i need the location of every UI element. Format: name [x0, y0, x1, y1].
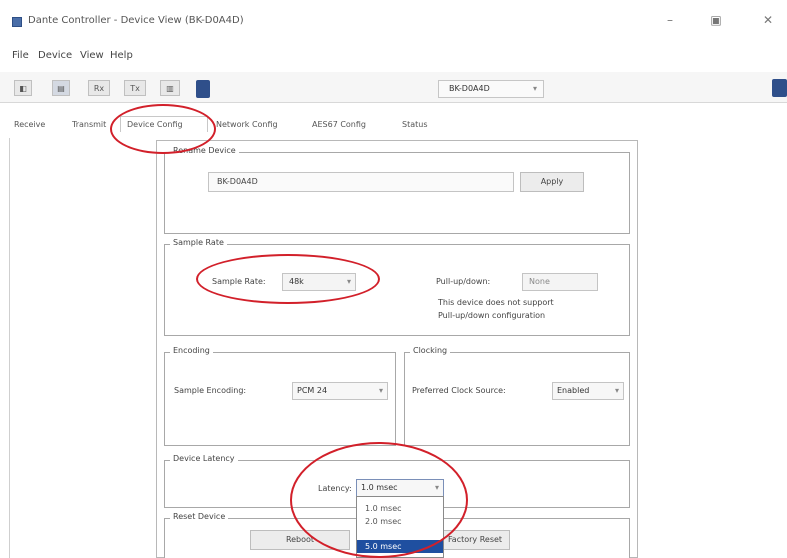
- toolbar-tx-button[interactable]: Tx: [124, 80, 146, 96]
- app-icon: [12, 17, 22, 27]
- annotation-circle-latency: [290, 442, 468, 558]
- toolbar-button-2[interactable]: ▤: [52, 80, 70, 96]
- toolbar-button-5[interactable]: ▥: [160, 80, 180, 96]
- annotation-circle-sample-rate: [196, 254, 380, 304]
- clocking-legend: Clocking: [410, 346, 451, 355]
- chevron-down-icon: ▾: [614, 386, 619, 395]
- pullup-label: Pull-up/down:: [436, 277, 491, 286]
- maximize-button[interactable]: ▣: [708, 12, 724, 28]
- encoding-value: PCM 24: [297, 386, 328, 395]
- pullup-note-1: This device does not support: [438, 298, 554, 307]
- lock-icon[interactable]: [196, 80, 210, 98]
- toolbar-rx-button[interactable]: Rx: [88, 80, 110, 96]
- menu-device[interactable]: Device: [38, 50, 72, 61]
- tab-status[interactable]: Status: [402, 120, 428, 129]
- apply-button[interactable]: Apply: [520, 172, 584, 192]
- clock-source-label: Preferred Clock Source:: [412, 386, 506, 395]
- menu-file[interactable]: File: [12, 50, 29, 61]
- encoding-label: Sample Encoding:: [174, 386, 247, 395]
- pullup-note-2: Pull-up/down configuration: [438, 311, 546, 320]
- minimize-button[interactable]: –: [662, 12, 678, 28]
- menu-help[interactable]: Help: [110, 50, 133, 61]
- tab-aes67-config[interactable]: AES67 Config: [312, 120, 366, 129]
- window-title: Dante Controller - Device View (BK-D0A4D…: [28, 15, 244, 26]
- tab-network-config[interactable]: Network Config: [216, 120, 278, 129]
- pullup-value: None: [529, 277, 550, 286]
- close-button[interactable]: ✕: [760, 12, 776, 28]
- annotation-circle-tab: [110, 104, 216, 154]
- info-icon[interactable]: [772, 79, 787, 97]
- device-selector[interactable]: BK-D0A4D ▾: [438, 80, 544, 98]
- clock-source-select[interactable]: Enabled ▾: [552, 382, 624, 400]
- device-latency-legend: Device Latency: [170, 454, 238, 463]
- toolbar-button-1[interactable]: ◧: [14, 80, 32, 96]
- left-divider: [9, 138, 10, 558]
- rename-device-group: [164, 152, 630, 234]
- device-selector-value: BK-D0A4D: [449, 84, 490, 93]
- encoding-select[interactable]: PCM 24 ▾: [292, 382, 388, 400]
- tab-receive[interactable]: Receive: [14, 120, 45, 129]
- reset-device-legend: Reset Device: [170, 512, 229, 521]
- encoding-legend: Encoding: [170, 346, 213, 355]
- device-name-input[interactable]: BK-D0A4D: [208, 172, 514, 192]
- chevron-down-icon: ▾: [378, 386, 383, 395]
- pullup-select[interactable]: None: [522, 273, 598, 291]
- sample-rate-legend: Sample Rate: [170, 238, 227, 247]
- clock-source-value: Enabled: [557, 386, 590, 395]
- chevron-down-icon: ▾: [532, 84, 537, 93]
- menu-view[interactable]: View: [80, 50, 104, 61]
- toolbar: [0, 72, 787, 103]
- tab-transmit[interactable]: Transmit: [72, 120, 106, 129]
